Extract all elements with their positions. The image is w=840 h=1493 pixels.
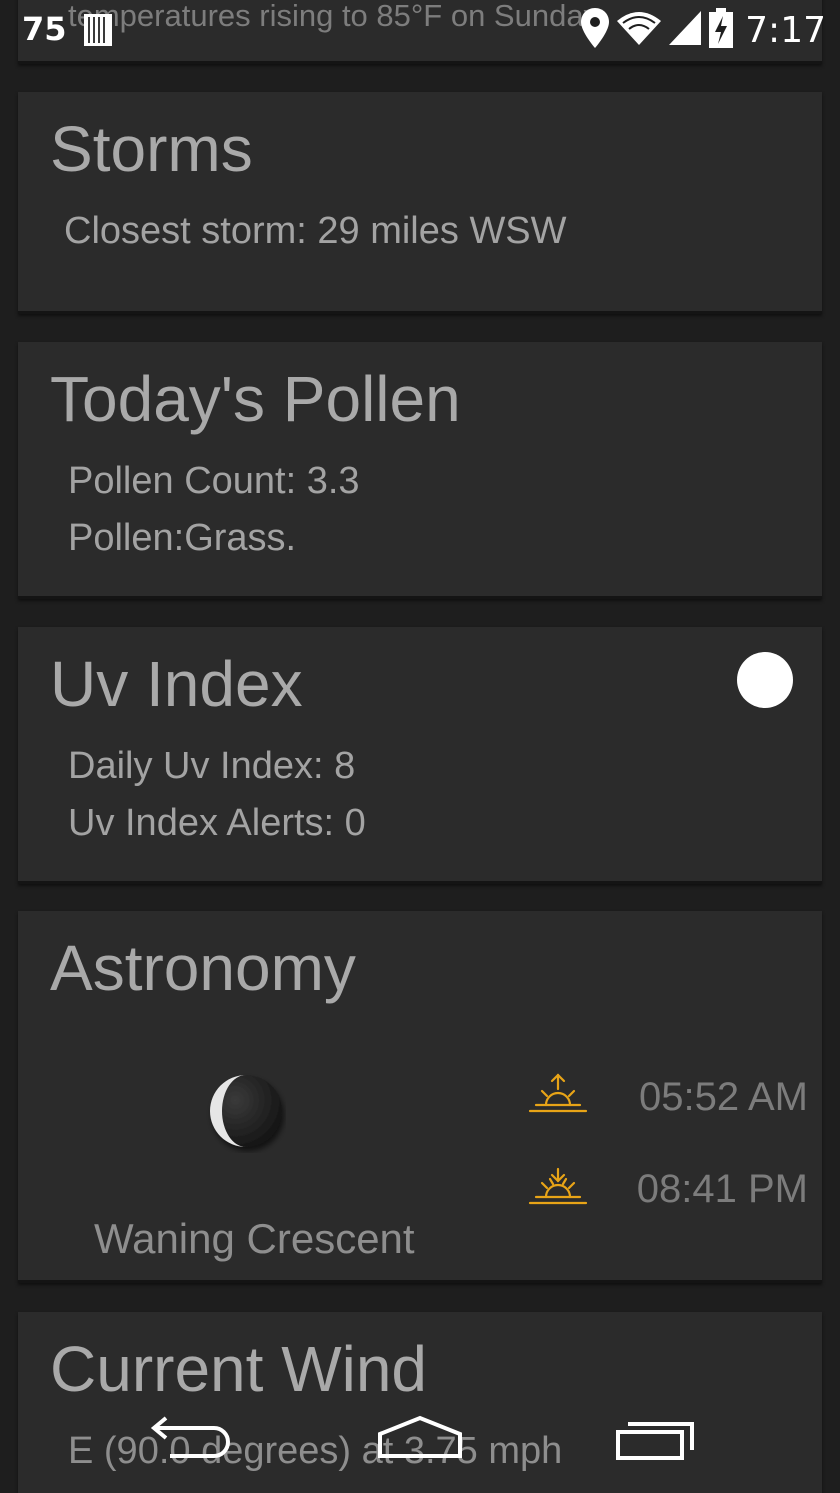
sunrise-row: 05:52 AM bbox=[528, 1073, 808, 1123]
back-icon[interactable] bbox=[140, 1414, 230, 1468]
battery-charging-icon bbox=[709, 8, 734, 52]
navigation-bar bbox=[0, 1400, 840, 1493]
storms-title: Storms bbox=[50, 113, 253, 185]
astronomy-title: Astronomy bbox=[50, 932, 356, 1004]
clock: 7:17 bbox=[745, 9, 826, 51]
sunset-icon bbox=[528, 1165, 588, 1213]
wind-title: Current Wind bbox=[50, 1333, 427, 1405]
moon-phase-icon bbox=[206, 1073, 286, 1157]
status-icons: 7:17 bbox=[573, 8, 826, 52]
pollen-title: Today's Pollen bbox=[50, 363, 461, 435]
wifi-icon bbox=[617, 11, 662, 49]
uv-index-alerts: Uv Index Alerts: 0 bbox=[68, 802, 366, 844]
moon-phase-label: Waning Crescent bbox=[94, 1215, 415, 1262]
recents-icon[interactable] bbox=[612, 1414, 702, 1468]
notification-bars-icon bbox=[84, 14, 112, 50]
sunset-row: 08:41 PM bbox=[528, 1165, 808, 1215]
status-bar: 75 7:17 bbox=[0, 0, 840, 58]
daily-uv-index: Daily Uv Index: 8 bbox=[68, 745, 356, 787]
pollen-type: Pollen:Grass. bbox=[68, 517, 297, 559]
screen: 75 7:17 temperatures rising to 85°F on S… bbox=[0, 0, 840, 1493]
home-icon[interactable] bbox=[376, 1412, 466, 1466]
cell-signal-icon bbox=[669, 11, 702, 49]
uv-index-card[interactable]: Uv Index Daily Uv Index: 8 Uv Index Aler… bbox=[18, 627, 822, 884]
uv-index-title: Uv Index bbox=[50, 648, 303, 720]
white-circle-icon[interactable] bbox=[737, 652, 793, 708]
sunrise-icon bbox=[528, 1073, 588, 1121]
location-icon bbox=[581, 8, 610, 52]
battery-percent: 75 bbox=[22, 10, 67, 48]
sunset-time: 08:41 PM bbox=[636, 1167, 808, 1211]
closest-storm: Closest storm: 29 miles WSW bbox=[64, 210, 567, 252]
pollen-card[interactable]: Today's Pollen Pollen Count: 3.3 Pollen:… bbox=[18, 342, 822, 599]
sunrise-time: 05:52 AM bbox=[638, 1075, 808, 1119]
pollen-count: Pollen Count: 3.3 bbox=[68, 460, 360, 502]
astronomy-card[interactable]: Astronomy Waning Crescent 05:52 AM 08:41… bbox=[18, 911, 822, 1283]
storms-card[interactable]: Storms Closest storm: 29 miles WSW bbox=[18, 92, 822, 314]
